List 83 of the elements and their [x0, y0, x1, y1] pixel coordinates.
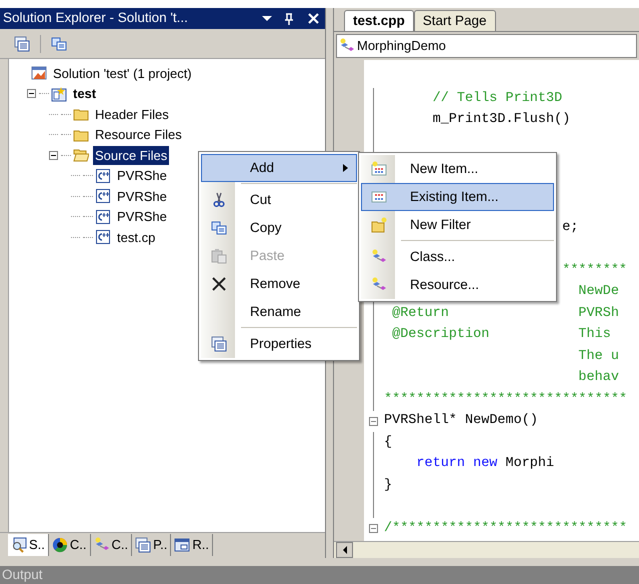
- tree-item[interactable]: Source Files: [93, 146, 170, 165]
- properties-toolbar-button[interactable]: [14, 36, 30, 52]
- tree-item[interactable]: PVRShe: [115, 166, 169, 186]
- solution-icon: [31, 65, 47, 82]
- tree-item[interactable]: Header Files: [93, 104, 171, 124]
- color-wheel-icon: [52, 537, 68, 553]
- menu-item[interactable]: Copy: [201, 214, 357, 242]
- panel-title: Solution Explorer - Solution 't...: [3, 9, 189, 28]
- code-text: /*****************************: [384, 520, 628, 538]
- cpp-file-icon: [95, 168, 111, 184]
- tree-item[interactable]: Resource Files: [93, 125, 184, 144]
- submenu-arrow-icon: [343, 164, 348, 172]
- code-text: ******************************: [384, 390, 628, 409]
- tree-item[interactable]: test: [71, 84, 98, 104]
- resource-window-icon: [174, 537, 190, 553]
- member-dropdown[interactable]: MorphingDemo: [336, 34, 637, 58]
- class-icon: [371, 249, 387, 265]
- code-text: {: [384, 434, 392, 452]
- code-text: @Description: [392, 326, 490, 344]
- document-tab[interactable]: Start Page: [414, 10, 496, 31]
- copy-icon: [211, 220, 227, 236]
- code-text: m_Print3D.Flush(): [432, 111, 570, 130]
- paste-icon: [211, 248, 227, 264]
- tree-item[interactable]: test.cp: [115, 228, 158, 247]
- scissors-icon: [211, 192, 227, 208]
- code-text: // Tells Print3D: [432, 90, 562, 108]
- cpp-file-icon: [95, 188, 111, 204]
- magnifier-window-icon: [11, 537, 27, 553]
- fold-toggle[interactable]: [369, 524, 378, 534]
- code-text: @Return: [392, 304, 449, 323]
- cpp-file-icon: [95, 208, 111, 225]
- code-text: ********: [562, 262, 628, 280]
- menu-item[interactable]: Class...: [361, 243, 554, 271]
- panel-tab[interactable]: S..: [8, 534, 49, 556]
- code-text: Morphi: [506, 455, 554, 474]
- new-item-icon: [371, 161, 387, 177]
- class-icon: [339, 38, 355, 54]
- menu-item[interactable]: Add: [201, 154, 357, 182]
- menu-item[interactable]: Properties: [201, 330, 357, 358]
- properties-icon: [135, 537, 152, 553]
- panel-tab[interactable]: R..: [171, 534, 213, 556]
- code-text: behav: [578, 369, 619, 388]
- x-icon: [211, 276, 227, 292]
- properties-icon: [211, 336, 227, 352]
- panel-tab[interactable]: C..: [90, 534, 132, 556]
- code-text: NewDe: [578, 283, 619, 302]
- class-icon: [371, 277, 387, 293]
- code-text: return new: [416, 455, 498, 474]
- menu-item[interactable]: New Filter: [361, 211, 554, 239]
- collapse-toggle[interactable]: [49, 150, 58, 160]
- tree-item[interactable]: PVRShe: [115, 186, 169, 206]
- document-tab[interactable]: test.cpp: [344, 10, 414, 31]
- copy-toolbar-button[interactable]: [51, 36, 67, 52]
- tree-item[interactable]: Solution 'test' (1 project): [51, 64, 194, 83]
- code-text: PVRShell* NewDemo(): [384, 412, 538, 430]
- code-text: This: [578, 326, 611, 344]
- code-text: PVRSh: [578, 304, 619, 323]
- menu-item[interactable]: New Item...: [361, 155, 554, 183]
- dropdown-arrow-icon[interactable]: [262, 16, 272, 21]
- class-icon: [94, 537, 110, 553]
- new-folder-icon: [371, 217, 387, 233]
- panel-tab[interactable]: P..: [132, 534, 172, 556]
- menu-item[interactable]: Existing Item...: [361, 183, 554, 211]
- menu-item[interactable]: Rename: [201, 298, 357, 326]
- dotted-grid-icon: [371, 189, 387, 205]
- menu-item[interactable]: Remove: [201, 270, 357, 298]
- project-icon: [51, 86, 67, 102]
- properties-icon: [14, 36, 30, 52]
- cpp-file-icon: [95, 229, 111, 246]
- menu-item[interactable]: Cut: [201, 186, 357, 214]
- panel-tab[interactable]: C..: [48, 534, 91, 556]
- copy-icon: [51, 36, 67, 52]
- fold-toggle[interactable]: [369, 416, 378, 426]
- pin-icon[interactable]: [284, 12, 294, 24]
- open-folder-icon: [73, 147, 89, 164]
- code-text: }: [384, 476, 392, 495]
- close-icon[interactable]: [308, 13, 319, 24]
- code-text: The u: [578, 348, 619, 366]
- code-text: e;: [562, 218, 578, 237]
- menu-item[interactable]: Resource...: [361, 271, 554, 299]
- collapse-toggle[interactable]: [27, 89, 36, 98]
- tree-item[interactable]: PVRShe: [115, 207, 169, 226]
- scroll-left-button[interactable]: [336, 542, 353, 558]
